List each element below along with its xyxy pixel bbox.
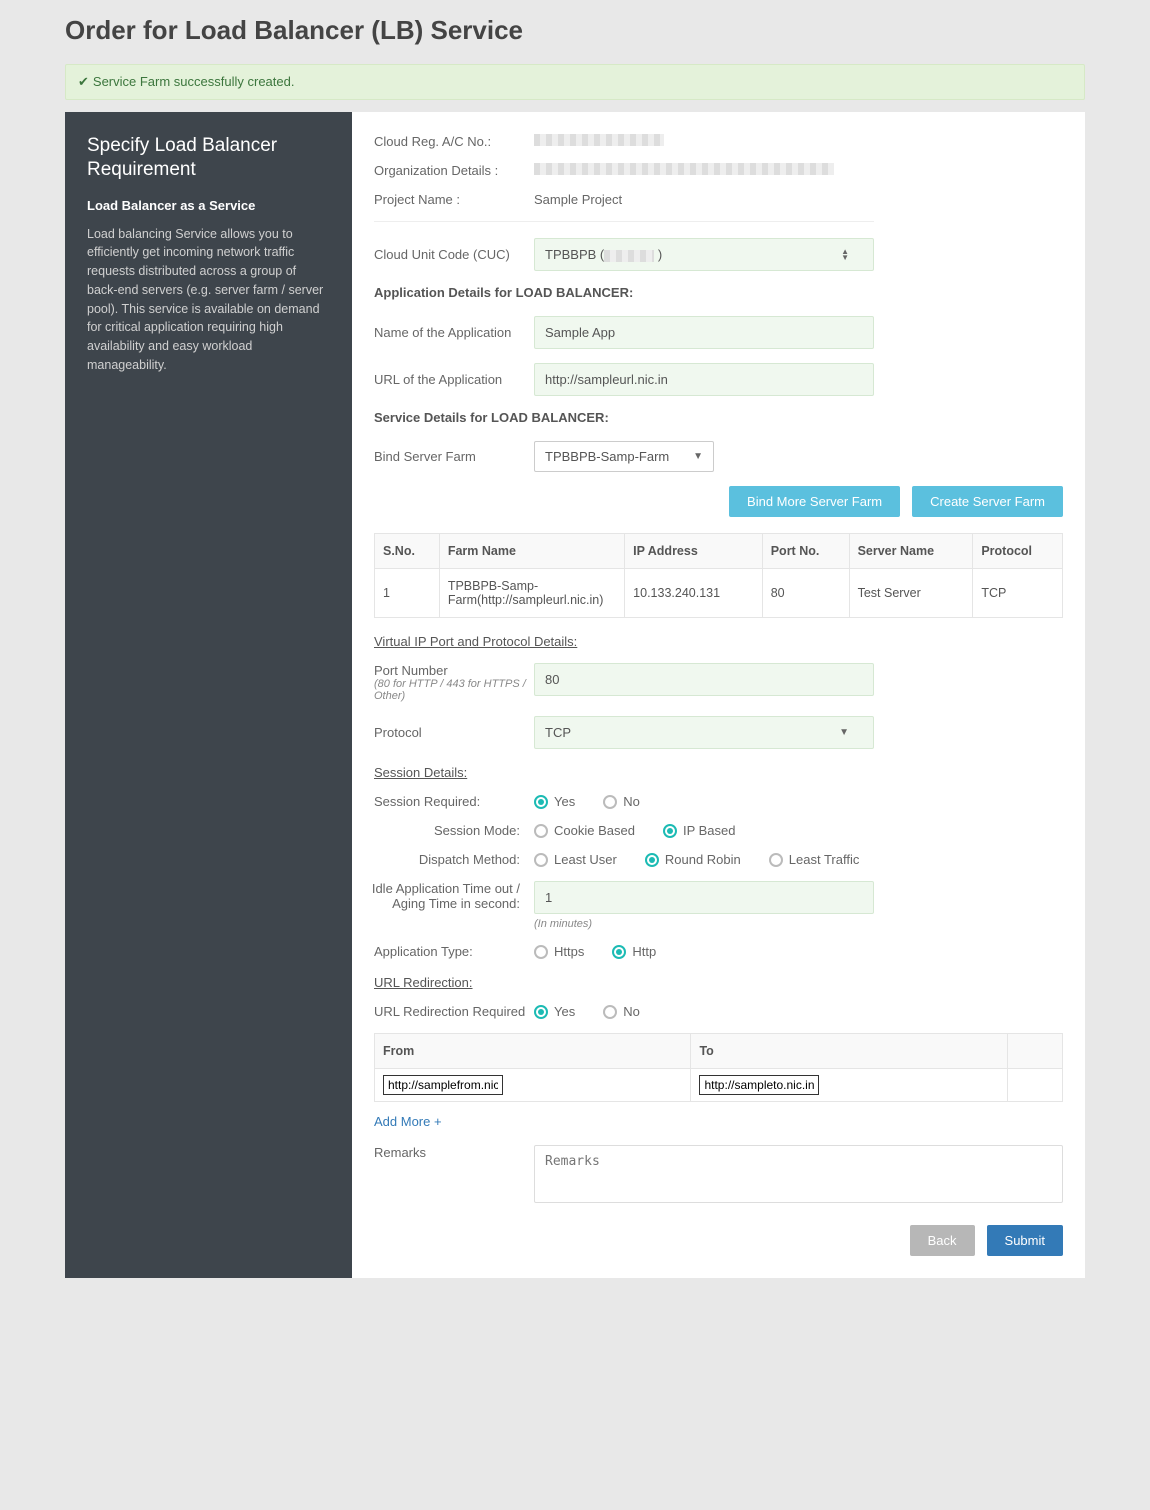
- back-button[interactable]: Back: [910, 1225, 975, 1256]
- redir-no-radio[interactable]: No: [603, 1004, 640, 1019]
- redir-section: URL Redirection:: [374, 975, 874, 990]
- app-url-label: URL of the Application: [374, 372, 534, 387]
- th-from: From: [375, 1034, 691, 1069]
- bind-label: Bind Server Farm: [374, 449, 534, 464]
- dispatch-leasttraffic-radio[interactable]: Least Traffic: [769, 852, 860, 867]
- add-more-link[interactable]: Add More +: [374, 1114, 1063, 1129]
- session-section: Session Details:: [374, 765, 874, 780]
- idle-hint: (In minutes): [534, 918, 874, 930]
- sidebar-subtitle: Load Balancer as a Service: [87, 198, 330, 213]
- mode-ip-radio[interactable]: IP Based: [663, 823, 736, 838]
- service-section: Service Details for LOAD BALANCER:: [374, 410, 874, 425]
- chevron-down-icon: ▼: [693, 451, 703, 462]
- th-proto: Protocol: [973, 534, 1063, 569]
- td-port: 80: [762, 569, 849, 618]
- dispatch-leastuser-radio[interactable]: Least User: [534, 852, 617, 867]
- check-icon: ✔: [78, 74, 89, 90]
- create-farm-button[interactable]: Create Server Farm: [912, 486, 1063, 517]
- updown-icon: ▲▼: [841, 249, 849, 261]
- session-no-radio[interactable]: No: [603, 794, 640, 809]
- td-ip: 10.133.240.131: [625, 569, 763, 618]
- cloud-reg-value: [534, 134, 874, 149]
- proto-select[interactable]: TCP ▼: [534, 716, 874, 749]
- session-mode-label: Session Mode:: [356, 823, 534, 838]
- port-input[interactable]: 80: [534, 663, 874, 696]
- dispatch-label: Dispatch Method:: [356, 852, 534, 867]
- idle-label: Idle Application Time out / Aging Time i…: [356, 881, 534, 911]
- alert-success: ✔ Service Farm successfully created.: [65, 64, 1085, 100]
- session-yes-radio[interactable]: Yes: [534, 794, 575, 809]
- app-section: Application Details for LOAD BALANCER:: [374, 285, 874, 300]
- org-label: Organization Details :: [374, 163, 534, 178]
- th-to: To: [691, 1034, 1007, 1069]
- dispatch-rr-radio[interactable]: Round Robin: [645, 852, 741, 867]
- bind-select[interactable]: TPBBPB-Samp-Farm ▼: [534, 441, 714, 472]
- port-hint: (80 for HTTP / 443 for HTTPS / Other): [374, 678, 534, 702]
- apptype-label: Application Type:: [374, 944, 534, 959]
- table-row: 1 TPBBPB-Samp-Farm(http://sampleurl.nic.…: [375, 569, 1063, 618]
- redir-from-input[interactable]: [383, 1075, 503, 1095]
- org-value: [534, 163, 874, 178]
- bind-value: TPBBPB-Samp-Farm: [545, 449, 669, 464]
- page-title: Order for Load Balancer (LB) Service: [65, 15, 1085, 46]
- remarks-label: Remarks: [374, 1145, 534, 1160]
- cloud-reg-label: Cloud Reg. A/C No.:: [374, 134, 534, 149]
- submit-button[interactable]: Submit: [987, 1225, 1063, 1256]
- redir-yes-radio[interactable]: Yes: [534, 1004, 575, 1019]
- td-server: Test Server: [849, 569, 973, 618]
- proto-label: Protocol: [374, 725, 534, 740]
- remarks-textarea[interactable]: [534, 1145, 1063, 1203]
- sidebar-title: Specify Load Balancer Requirement: [87, 134, 330, 182]
- session-req-label: Session Required:: [374, 794, 534, 809]
- alert-text: Service Farm successfully created.: [93, 74, 295, 89]
- app-name-input[interactable]: Sample App: [534, 316, 874, 349]
- sidebar: Specify Load Balancer Requirement Load B…: [65, 112, 352, 1278]
- vip-section: Virtual IP Port and Protocol Details:: [374, 634, 874, 649]
- idle-input[interactable]: 1: [534, 881, 874, 914]
- td-farm: TPBBPB-Samp-Farm(http://sampleurl.nic.in…: [439, 569, 624, 618]
- cuc-label: Cloud Unit Code (CUC): [374, 247, 534, 262]
- app-name-label: Name of the Application: [374, 325, 534, 340]
- td-sno: 1: [375, 569, 440, 618]
- table-row: [375, 1069, 1063, 1102]
- mode-cookie-radio[interactable]: Cookie Based: [534, 823, 635, 838]
- url-redir-table: From To: [374, 1033, 1063, 1102]
- apptype-https-radio[interactable]: Https: [534, 944, 584, 959]
- th-sno: S.No.: [375, 534, 440, 569]
- cuc-value: TPBBPB (: [545, 247, 604, 262]
- main-panel: Specify Load Balancer Requirement Load B…: [65, 112, 1085, 1278]
- bind-more-button[interactable]: Bind More Server Farm: [729, 486, 900, 517]
- cuc-select[interactable]: TPBBPB ( ) ▲▼: [534, 238, 874, 271]
- proto-value: TCP: [545, 725, 571, 740]
- form-main: Cloud Reg. A/C No.: Organization Details…: [352, 112, 1085, 1278]
- td-proto: TCP: [973, 569, 1063, 618]
- redir-req-label: URL Redirection Required: [374, 1004, 534, 1019]
- project-value: Sample Project: [534, 192, 874, 207]
- farm-table: S.No. Farm Name IP Address Port No. Serv…: [374, 533, 1063, 618]
- apptype-http-radio[interactable]: Http: [612, 944, 656, 959]
- th-port: Port No.: [762, 534, 849, 569]
- th-server: Server Name: [849, 534, 973, 569]
- th-ip: IP Address: [625, 534, 763, 569]
- th-farm: Farm Name: [439, 534, 624, 569]
- project-label: Project Name :: [374, 192, 534, 207]
- chevron-down-icon: ▼: [839, 727, 849, 738]
- redir-to-input[interactable]: [699, 1075, 819, 1095]
- port-label: Port Number (80 for HTTP / 443 for HTTPS…: [374, 663, 534, 702]
- sidebar-desc: Load balancing Service allows you to eff…: [87, 225, 330, 375]
- app-url-input[interactable]: http://sampleurl.nic.in: [534, 363, 874, 396]
